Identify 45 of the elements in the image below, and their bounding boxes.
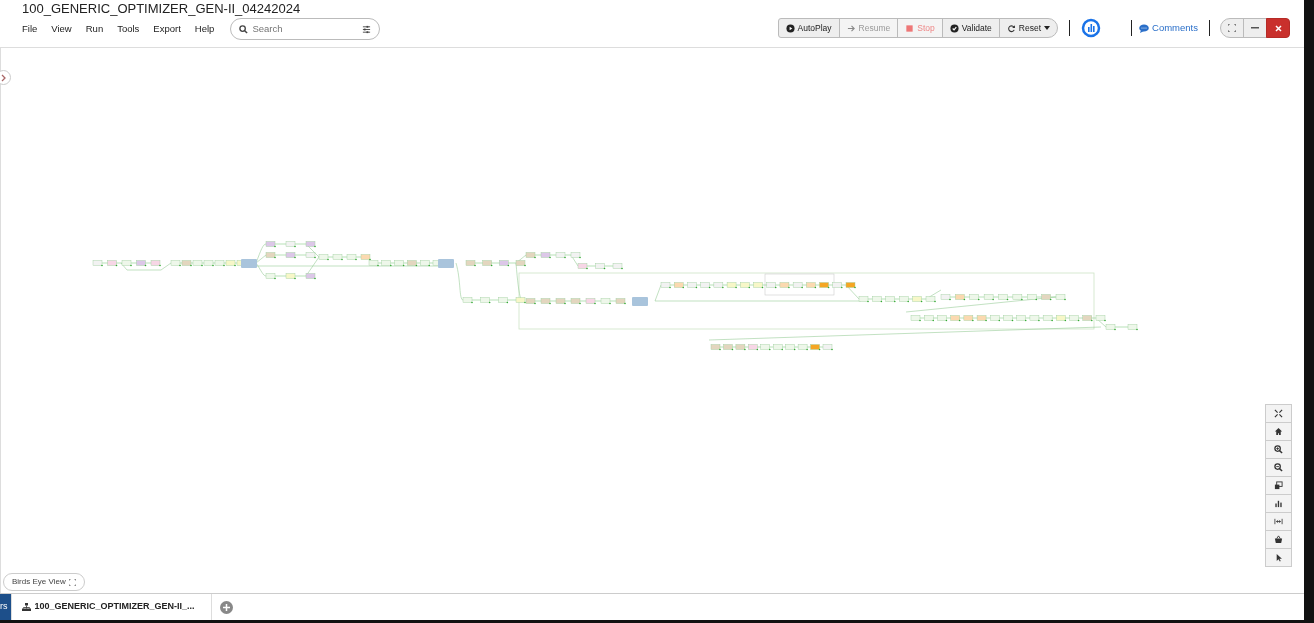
basket-icon <box>1274 535 1283 544</box>
bar-chart-icon <box>1274 499 1283 508</box>
fit-width-icon <box>1274 517 1283 526</box>
windows-icon <box>1274 481 1283 490</box>
toolbar-button[interactable]: Validate <box>941 18 1000 38</box>
toolbar-button[interactable]: AutoPlay <box>777 18 840 38</box>
birds-eye-view-button[interactable]: Birds Eye View <box>3 573 85 591</box>
fit-icon <box>1274 409 1283 418</box>
analytics-icon[interactable] <box>1081 18 1102 38</box>
minimize-button[interactable] <box>1243 18 1267 38</box>
menu-item[interactable]: Run <box>85 21 112 37</box>
caret-icon <box>1044 26 1051 30</box>
menu-item[interactable]: View <box>51 21 80 37</box>
add-tab-button[interactable] <box>219 600 233 614</box>
pointer-icon <box>1274 553 1283 562</box>
close-icon <box>1274 24 1282 32</box>
play-icon <box>785 23 795 33</box>
refresh-icon <box>1006 23 1016 33</box>
toolbar-button[interactable]: Reset <box>998 18 1059 38</box>
menu-item[interactable]: Tools <box>117 21 148 37</box>
expand-sidebar-button[interactable] <box>0 70 11 85</box>
comment-icon <box>1139 23 1150 33</box>
expand-icon <box>68 578 76 586</box>
comments-link[interactable]: Comments <box>1139 20 1198 36</box>
close-button[interactable] <box>1266 18 1290 38</box>
stop-icon <box>905 23 915 33</box>
hierarchy-icon <box>21 603 31 611</box>
arrow-icon <box>846 23 856 33</box>
chevron-right-icon <box>0 73 7 82</box>
filter-icon[interactable] <box>362 24 372 34</box>
fullscreen-button[interactable] <box>1220 18 1244 38</box>
zoom-in-icon <box>1274 445 1283 454</box>
tab[interactable]: rs <box>0 594 12 620</box>
search-icon <box>239 24 249 34</box>
zoom-out-icon <box>1274 463 1283 472</box>
toolbar-button[interactable] <box>1265 548 1292 567</box>
menu-item[interactable]: Export <box>153 21 189 37</box>
menu-item[interactable]: File <box>22 21 46 37</box>
home-icon <box>1274 427 1283 436</box>
window-title: 100_GENERIC_OPTIMIZER_GEN-II_04242024 <box>22 1 302 17</box>
menu-item[interactable]: Help <box>194 21 223 37</box>
check-icon <box>949 23 959 33</box>
plus-icon <box>222 603 230 611</box>
expand-icon <box>1228 24 1236 32</box>
minimize-icon <box>1251 27 1259 29</box>
